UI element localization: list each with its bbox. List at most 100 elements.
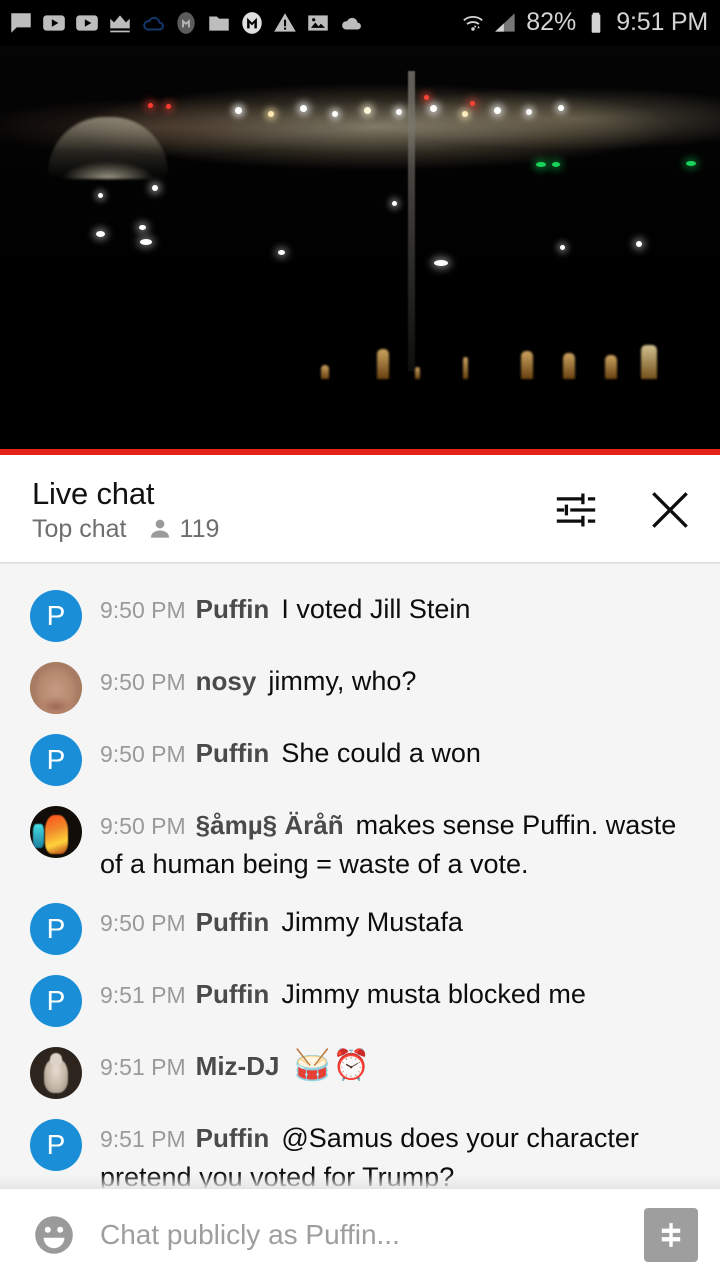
clock-label: 9:51 PM [616, 8, 708, 36]
video-player[interactable] [0, 45, 720, 455]
emoji-picker-button[interactable] [28, 1209, 80, 1261]
wifi-icon [463, 15, 484, 31]
message-timestamp: 9:51 PM [100, 1054, 186, 1080]
message-text: Jimmy Mustafa [281, 907, 463, 937]
message-icon [11, 12, 31, 33]
superchat-button[interactable] [644, 1207, 698, 1262]
message-text: I voted Jill Stein [281, 594, 471, 624]
person-icon [150, 519, 169, 538]
message-body: 9:50 PM Puffin Jimmy Mustafa [100, 901, 690, 942]
message-line: 9:50 PM nosy jimmy, who? [100, 662, 690, 701]
live-chat-header: Live chat Top chat 119 [0, 455, 720, 565]
cloud-outline-icon [143, 16, 164, 30]
message-timestamp: 9:51 PM [100, 1126, 186, 1152]
message-timestamp: 9:50 PM [100, 597, 186, 623]
crown-icon [110, 14, 130, 32]
message-line: 9:50 PM Puffin She could a won [100, 734, 690, 773]
warning-triangle-icon [274, 12, 296, 32]
avatar-image: P [30, 975, 82, 1027]
page-title: Live chat [32, 476, 155, 511]
cloud-filled-icon [342, 17, 361, 29]
status-bar-notification-icons [8, 10, 460, 36]
message-author[interactable]: Miz-DJ [196, 1051, 280, 1081]
close-icon [652, 492, 688, 528]
avatar[interactable]: P [30, 1119, 82, 1171]
building-windows [305, 345, 665, 379]
message-body: 9:51 PM Miz-DJ 🥁⏰ [100, 1045, 690, 1086]
message-body: 9:51 PM Puffin Jimmy musta blocked me [100, 973, 690, 1014]
message-line: 9:51 PM Miz-DJ 🥁⏰ [100, 1047, 690, 1086]
chat-input-bar [0, 1188, 720, 1280]
message-body: 9:50 PM Puffin I voted Jill Stein [100, 588, 690, 629]
avatar[interactable] [30, 662, 82, 714]
message-body: 9:50 PM §åmµ§ Äråñ makes sense Puffin. was… [100, 804, 690, 883]
message-body: 9:50 PM Puffin She could a won [100, 732, 690, 773]
message-author[interactable]: §åmµ§ Äråñ [196, 810, 344, 840]
battery-icon [591, 12, 601, 33]
chat-message[interactable]: P 9:50 PM Puffin I voted Jill Stein [0, 579, 720, 651]
chat-header-titles: Live chat Top chat 119 [32, 478, 548, 542]
avatar[interactable] [30, 806, 82, 858]
cell-signal-icon [495, 12, 515, 32]
message-line: 9:51 PM Puffin Jimmy musta blocked me [100, 975, 690, 1014]
list-bottom-fade [0, 1174, 720, 1188]
message-author[interactable]: Puffin [196, 1123, 270, 1153]
message-timestamp: 9:51 PM [100, 982, 186, 1008]
message-text: jimmy, who? [268, 666, 417, 696]
chat-settings-button[interactable] [548, 482, 604, 538]
chat-message[interactable]: P 9:51 PM Puffin Jimmy musta blocked me [0, 964, 720, 1036]
mega-circle-icon [177, 11, 195, 34]
chat-message[interactable]: 9:50 PM §åmµ§ Äråñ makes sense Puffin. was… [0, 795, 720, 892]
message-text: makes sense Puffin. waste of a human bei… [100, 810, 677, 879]
chat-message[interactable]: 9:50 PM nosy jimmy, who? [0, 651, 720, 723]
live-chat-screen: 82% 9:51 PM Live chat Top chat 119 P 9:5… [0, 0, 720, 1280]
avatar-image: P [30, 1119, 82, 1171]
message-timestamp: 9:50 PM [100, 669, 186, 695]
battery-percent-label: 82% [526, 8, 577, 36]
message-line: 9:50 PM Puffin Jimmy Mustafa [100, 903, 690, 942]
message-text: She could a won [281, 738, 481, 768]
message-timestamp: 9:50 PM [100, 741, 186, 767]
avatar[interactable]: P [30, 590, 82, 642]
viewer-count-label: 119 [179, 514, 220, 543]
viewer-count: 119 [147, 514, 220, 543]
message-author[interactable]: Puffin [196, 979, 270, 1009]
status-bar-system-icons: 82% 9:51 PM [460, 10, 708, 36]
avatar-image: P [30, 734, 82, 786]
message-body: 9:50 PM nosy jimmy, who? [100, 660, 690, 701]
message-author[interactable]: Puffin [196, 738, 270, 768]
youtube-play-icon-2 [76, 14, 98, 31]
chat-message[interactable]: 9:51 PM Miz-DJ 🥁⏰ [0, 1036, 720, 1108]
message-line: 9:50 PM §åmµ§ Äråñ makes sense Puffin. was… [100, 806, 690, 883]
avatar-image: P [30, 590, 82, 642]
avatar-image [30, 1047, 82, 1099]
avatar-image [30, 662, 82, 714]
close-chat-button[interactable] [642, 482, 698, 538]
chat-message[interactable]: P 9:50 PM Puffin Jimmy Mustafa [0, 892, 720, 964]
youtube-play-icon [43, 14, 65, 31]
message-text: Jimmy musta blocked me [281, 979, 586, 1009]
video-frame-image [0, 45, 720, 455]
message-timestamp: 9:50 PM [100, 813, 186, 839]
avatar[interactable] [30, 1047, 82, 1099]
chat-header-subtitle: Top chat 119 [32, 516, 548, 542]
folder-icon [209, 16, 229, 31]
city-lights [0, 45, 720, 455]
avatar-image [30, 806, 82, 858]
message-emoji: 🥁⏰ [293, 1049, 373, 1082]
dollar-square-icon [661, 1222, 681, 1247]
message-author[interactable]: Puffin [196, 594, 270, 624]
chat-message-list[interactable]: P 9:50 PM Puffin I voted Jill Stein 9:50 PM n… [0, 565, 720, 1188]
chat-header-actions [548, 482, 698, 538]
avatar[interactable]: P [30, 734, 82, 786]
emoji-smiley-icon [35, 1215, 73, 1254]
message-author[interactable]: Puffin [196, 907, 270, 937]
chat-message[interactable]: P 9:50 PM Puffin She could a won [0, 723, 720, 795]
avatar-image: P [30, 903, 82, 955]
message-author[interactable]: nosy [196, 666, 257, 696]
chat-mode-selector[interactable]: Top chat [32, 516, 127, 542]
mega-letter-icon [242, 11, 262, 34]
avatar[interactable]: P [30, 975, 82, 1027]
chat-input[interactable] [100, 1218, 624, 1251]
avatar[interactable]: P [30, 903, 82, 955]
